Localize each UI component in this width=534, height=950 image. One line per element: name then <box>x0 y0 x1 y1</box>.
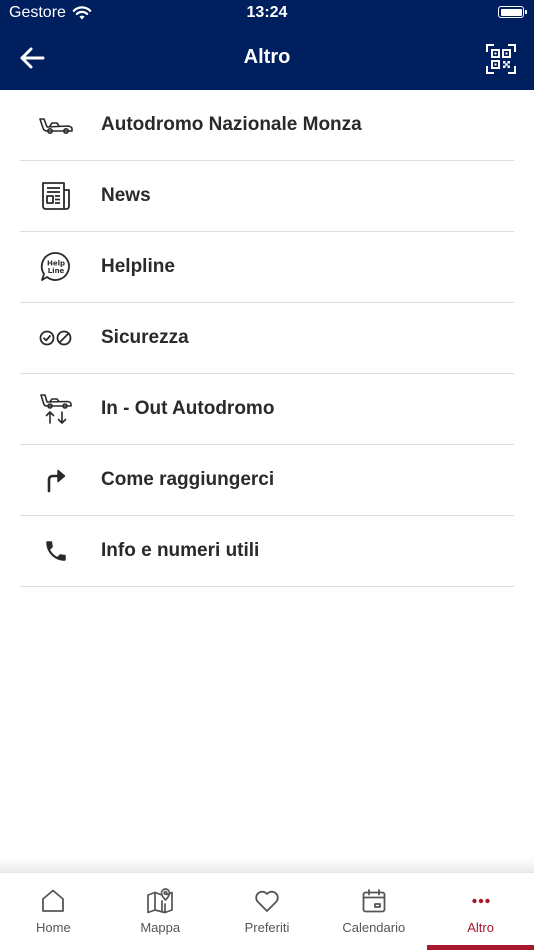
phone-icon <box>38 533 74 569</box>
safety-icon <box>38 320 74 356</box>
tab-label: Home <box>36 920 71 935</box>
tab-altro[interactable]: Altro <box>427 873 534 950</box>
tab-label: Preferiti <box>244 920 290 935</box>
tab-label: Mappa <box>140 920 181 935</box>
heart-icon <box>253 887 281 915</box>
menu-item-autodromo[interactable]: Autodromo Nazionale Monza <box>20 90 514 161</box>
tab-bar: Home Mappa Preferiti Calendario Altro <box>0 872 534 950</box>
newspaper-icon <box>38 178 74 214</box>
page-title: Altro <box>243 46 291 68</box>
menu-item-label: News <box>101 185 151 206</box>
tab-preferiti[interactable]: Preferiti <box>214 873 321 950</box>
helpline-bubble-icon: Help Line <box>38 249 74 285</box>
menu-list: Autodromo Nazionale Monza News Help Line… <box>20 90 514 587</box>
tabbar-shadow <box>0 858 534 872</box>
race-car-icon <box>38 107 74 143</box>
menu-item-label: Helpline <box>101 256 175 277</box>
turn-right-arrow-icon <box>38 462 74 498</box>
status-bar: Gestore 13:24 <box>0 0 534 28</box>
menu-item-label: Come raggiungerci <box>101 469 275 490</box>
menu-item-info-numeri[interactable]: Info e numeri utili <box>20 516 514 587</box>
menu-item-label: In - Out Autodromo <box>101 398 275 419</box>
home-icon <box>39 887 67 915</box>
tab-mappa[interactable]: Mappa <box>107 873 214 950</box>
app-header: Gestore 13:24 Altro <box>0 0 534 90</box>
more-dots-icon <box>467 887 495 915</box>
battery-icon <box>498 6 527 18</box>
tab-label: Calendario <box>342 920 406 935</box>
map-icon <box>146 887 174 915</box>
tab-calendario[interactable]: Calendario <box>320 873 427 950</box>
menu-item-sicurezza[interactable]: Sicurezza <box>20 303 514 374</box>
tab-home[interactable]: Home <box>0 873 107 950</box>
calendar-icon <box>360 887 388 915</box>
qr-code-icon <box>486 44 516 74</box>
tab-label: Altro <box>467 920 494 935</box>
car-in-out-icon <box>38 391 74 427</box>
menu-item-come-raggiungerci[interactable]: Come raggiungerci <box>20 445 514 516</box>
menu-item-label: Info e numeri utili <box>101 540 260 561</box>
status-time: 13:24 <box>246 4 288 21</box>
qr-scan-button[interactable] <box>486 44 516 74</box>
active-tab-indicator <box>427 945 534 950</box>
menu-item-label: Autodromo Nazionale Monza <box>101 114 362 135</box>
menu-item-label: Sicurezza <box>101 327 189 348</box>
nav-bar: Altro <box>0 30 534 88</box>
helpline-icon-text-bottom: Line <box>48 267 65 275</box>
menu-item-helpline[interactable]: Help Line Helpline <box>20 232 514 303</box>
menu-item-news[interactable]: News <box>20 161 514 232</box>
menu-item-in-out[interactable]: In - Out Autodromo <box>20 374 514 445</box>
